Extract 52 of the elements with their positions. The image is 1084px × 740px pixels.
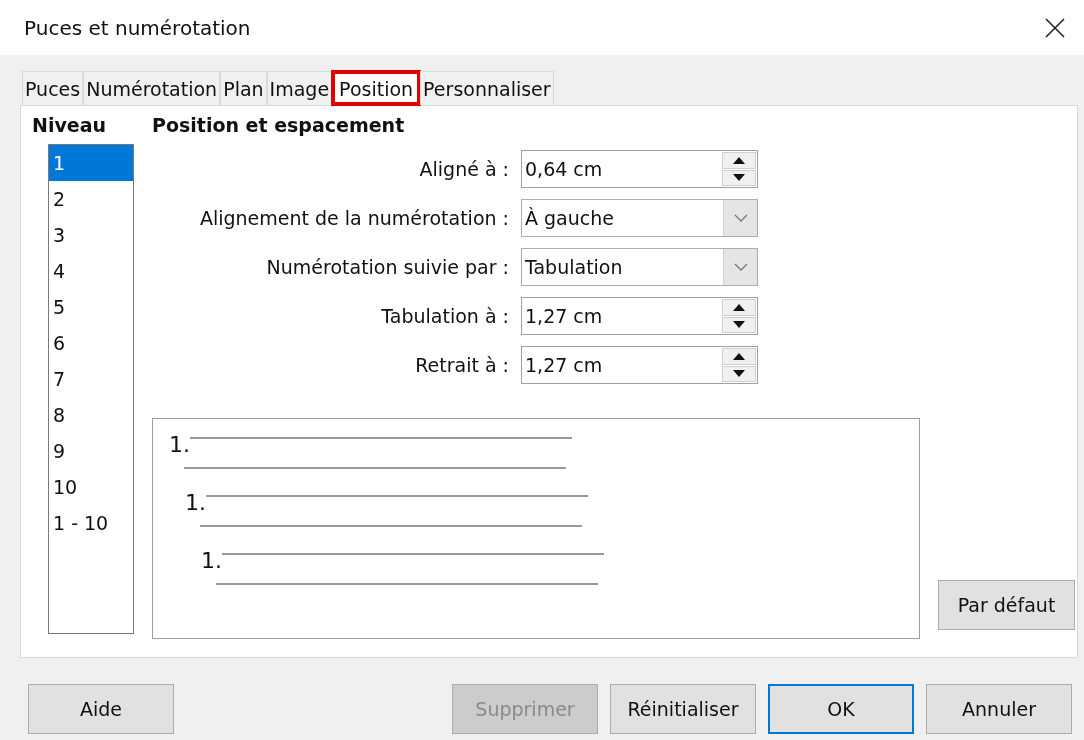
tab[interactable]: Puces (22, 71, 84, 105)
down-arrow-icon (733, 321, 745, 329)
down-arrow-icon (733, 174, 745, 182)
increment-button[interactable] (722, 152, 756, 169)
field-label: Numérotation suivie par : (265, 256, 509, 278)
dialog-button[interactable]: OK (768, 684, 914, 734)
level-item[interactable]: 1 (49, 145, 133, 181)
section-heading: Position et espacement (152, 114, 406, 136)
decrement-button[interactable] (722, 316, 756, 333)
spin-field[interactable]: 1,27 cm (521, 346, 758, 384)
dropdown-field[interactable]: Tabulation (521, 248, 758, 286)
tab[interactable]: Image (266, 71, 333, 105)
default-button[interactable]: Par défaut (938, 580, 1075, 630)
up-arrow-icon (733, 303, 745, 311)
decrement-button[interactable] (722, 169, 756, 186)
dropdown-field[interactable]: À gauche (521, 199, 758, 237)
spin-field[interactable]: 0,64 cm (521, 150, 758, 188)
down-arrow-icon (733, 370, 745, 378)
level-item[interactable]: 3 (49, 217, 133, 253)
level-item[interactable]: 5 (49, 289, 133, 325)
up-arrow-icon (733, 352, 745, 360)
level-heading: Niveau (32, 114, 108, 136)
tab[interactable]: Position (332, 71, 421, 105)
level-item[interactable]: 9 (49, 433, 133, 469)
level-item[interactable]: 10 (49, 469, 133, 505)
window-title: Puces et numérotation (24, 15, 251, 40)
preview-number: 1. (201, 549, 222, 573)
decrement-button[interactable] (722, 365, 756, 382)
level-item[interactable]: 7 (49, 361, 133, 397)
increment-button[interactable] (722, 348, 756, 365)
increment-button[interactable] (722, 299, 756, 316)
tab[interactable]: Personnaliser (420, 71, 554, 105)
tab[interactable]: Plan (220, 71, 267, 105)
field-label: Tabulation à : (380, 305, 509, 327)
field-label: Retrait à : (414, 354, 509, 376)
preview-number: 1. (185, 491, 206, 515)
level-item[interactable]: 2 (49, 181, 133, 217)
up-arrow-icon (733, 156, 745, 164)
chevron-down-icon (733, 214, 748, 222)
field-label: Alignement de la numérotation : (198, 207, 509, 229)
level-item[interactable]: 4 (49, 253, 133, 289)
preview-number: 1. (169, 433, 190, 457)
field-label: Aligné à : (418, 158, 509, 180)
chevron-down-icon (733, 263, 748, 271)
level-item[interactable]: 6 (49, 325, 133, 361)
level-item[interactable]: 1 - 10 (49, 505, 133, 541)
tab[interactable]: Numérotation (83, 71, 221, 105)
spin-field[interactable]: 1,27 cm (521, 297, 758, 335)
dialog-button[interactable]: Réinitialiser (610, 684, 756, 734)
dialog-button[interactable]: Annuler (926, 684, 1072, 734)
dialog-button[interactable]: Aide (28, 684, 174, 734)
level-item[interactable]: 8 (49, 397, 133, 433)
